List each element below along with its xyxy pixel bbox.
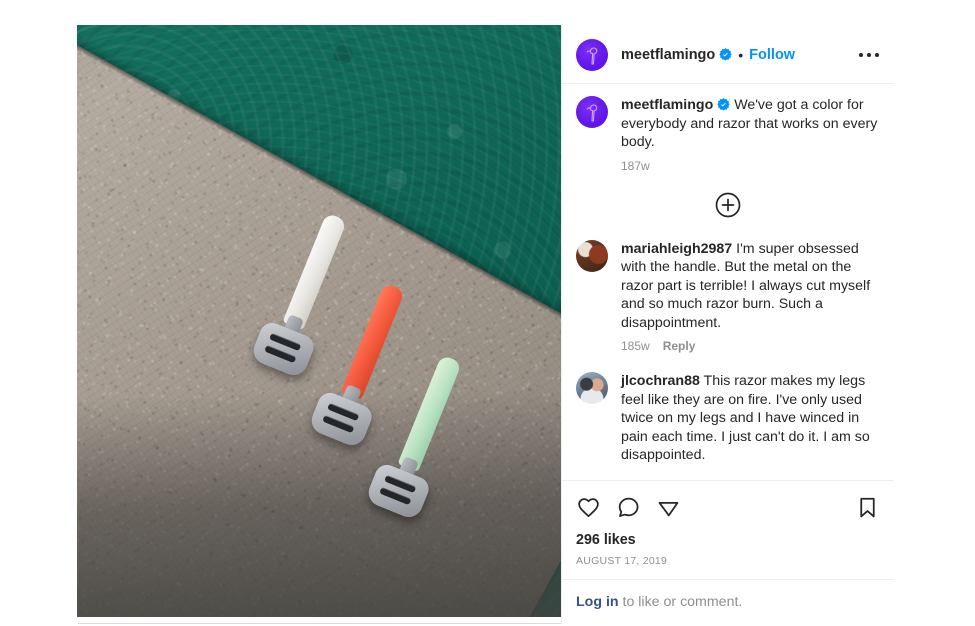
caption-meta: 187w [621,159,879,173]
comment-reply-button[interactable]: Reply [663,339,696,353]
plus-circle-icon[interactable] [715,192,741,218]
comment-avatar[interactable] [576,239,608,272]
load-more-comments-row [576,192,879,218]
post-sidebar: meetflamingo • Follow meetflamingo We've… [561,26,894,624]
post-caption: meetflamingo We've got a color for every… [576,96,879,173]
comment-text-block: mariahleigh2987 I'm super obsessed with … [621,240,879,333]
flamingo-icon [586,46,598,65]
verified-badge-icon [719,48,732,61]
comment-text-block: jlcochran88 This razor makes my legs fee… [621,372,879,465]
comment-item: mariahleigh2987 I'm super obsessed with … [576,239,879,353]
bookmark-icon[interactable] [855,495,880,520]
comment-meta: 185w Reply [621,339,879,353]
post-media-image[interactable] [77,25,561,617]
comments-scroll-region[interactable]: meetflamingo We've got a color for every… [562,84,894,480]
flamingo-icon [586,104,598,122]
flamingo-logo-avatar[interactable] [576,38,608,71]
comment-username[interactable]: jlcochran88 [621,373,700,389]
log-in-link[interactable]: Log in [576,594,619,610]
likes-count: 296 likes [576,532,636,548]
more-options-icon[interactable] [857,45,881,65]
caption-text-block: meetflamingo We've got a color for every… [621,96,879,152]
comment-avatar[interactable] [576,372,608,404]
post-actions-bar: 296 likes AUGUST 17, 2019 [562,480,894,579]
verified-badge-icon [717,98,730,111]
login-prompt-text: to like or comment. [618,594,743,610]
comment-username[interactable]: mariahleigh2987 [621,241,732,257]
screenshot-root: meetflamingo • Follow meetflamingo We've… [0,0,975,626]
caption-timestamp: 187w [621,158,650,173]
comment-item: jlcochran88 This razor makes my legs fee… [576,372,879,465]
instagram-post-card: meetflamingo • Follow meetflamingo We've… [77,25,894,624]
post-date: AUGUST 17, 2019 [576,555,668,567]
caption-username[interactable]: meetflamingo [621,97,713,113]
comment-bubble-icon[interactable] [616,495,641,520]
post-username[interactable]: meetflamingo [621,47,715,63]
caption-avatar[interactable] [576,96,608,128]
login-prompt: Log in to like or comment. [562,579,894,624]
actions-row [576,489,880,524]
post-header: meetflamingo • Follow [562,26,894,84]
header-separator: • [738,46,744,63]
heart-icon[interactable] [576,495,601,520]
share-paper-plane-icon[interactable] [656,495,681,520]
follow-button[interactable]: Follow [749,47,795,63]
comment-timestamp: 185w [621,339,650,353]
